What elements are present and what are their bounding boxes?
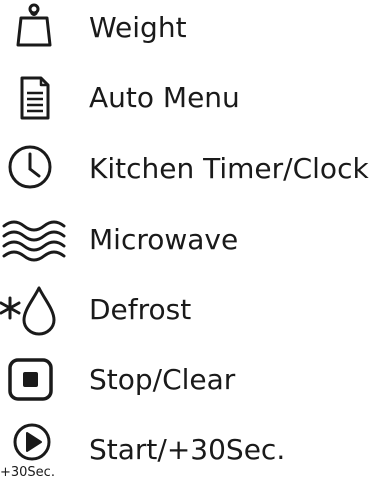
icon-caption: +30Sec. [0, 465, 55, 480]
legend-item-kitchen-timer: Kitchen Timer/Clock [0, 141, 372, 197]
legend-item-defrost: Defrost [0, 282, 372, 338]
legend-label: Start/+30Sec. [89, 433, 286, 466]
stop-icon [0, 352, 80, 408]
legend-item-microwave: Microwave [0, 212, 372, 268]
clock-icon [0, 141, 80, 197]
legend-item-auto-menu: Auto Menu [0, 70, 372, 126]
legend-item-start: +30Sec. Start/+30Sec. [0, 422, 372, 480]
legend-label: Microwave [89, 223, 239, 256]
microwave-waves-icon [0, 212, 80, 268]
legend-label: Stop/Clear [89, 363, 236, 396]
legend-label: Auto Menu [89, 81, 240, 114]
button-legend: Weight Auto Menu Kitchen Timer/Clock Mic… [0, 0, 372, 493]
legend-item-stop-clear: Stop/Clear [0, 352, 372, 408]
legend-label: Weight [89, 11, 187, 44]
document-icon [0, 70, 80, 126]
legend-item-weight: Weight [0, 0, 372, 56]
weight-icon [0, 0, 80, 56]
legend-label: Kitchen Timer/Clock [89, 152, 369, 185]
legend-label: Defrost [89, 293, 192, 326]
defrost-icon [0, 282, 80, 338]
